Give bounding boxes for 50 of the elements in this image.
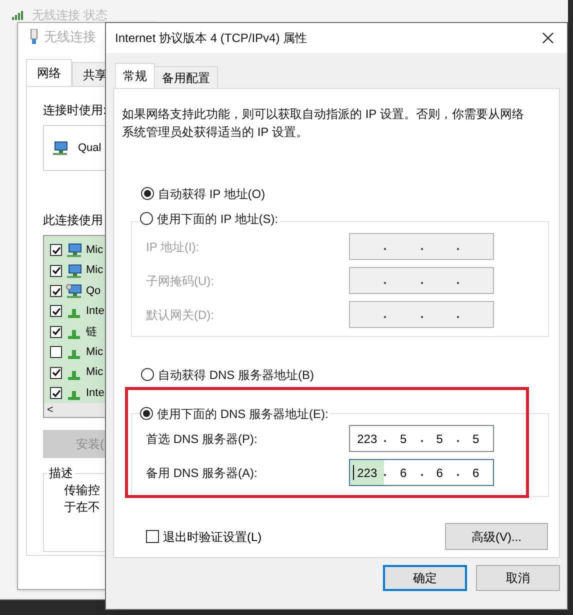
- adapter-name: Qual: [78, 140, 102, 156]
- ip-address-field[interactable]: 223 5 5 5: [349, 425, 494, 452]
- ip-address-field[interactable]: 223 6 6 6: [349, 459, 494, 486]
- description-text: 传输控: [64, 482, 101, 499]
- checkbox[interactable]: [50, 305, 62, 318]
- validate-checkbox[interactable]: 退出时验证设置(L): [146, 528, 262, 546]
- group-title: 描述: [48, 465, 74, 482]
- computer-icon: [66, 243, 82, 258]
- checkbox[interactable]: [50, 346, 62, 358]
- field-label: 默认网关(D):: [146, 306, 215, 324]
- radio-option[interactable]: 自动获得 IP 地址(O): [141, 184, 268, 202]
- checkbox[interactable]: [50, 264, 62, 277]
- checkbox[interactable]: [50, 366, 62, 379]
- checkbox[interactable]: [50, 285, 62, 298]
- component-name: 链: [86, 324, 97, 340]
- section-label: 此连接使用: [43, 212, 103, 229]
- dialog-button[interactable]: 确定: [383, 565, 467, 591]
- network-adapter-icon: [52, 141, 68, 155]
- component-name: Mic: [86, 263, 104, 278]
- component-name: Inte: [86, 386, 104, 401]
- field-label: IP 地址(I):: [146, 238, 200, 256]
- tab[interactable]: 常规: [115, 63, 155, 88]
- window-title: 无线连接 状态: [32, 7, 108, 24]
- field-label: 子网掩码(U):: [146, 272, 215, 290]
- scroll-left-button[interactable]: <: [47, 404, 54, 416]
- radio-option[interactable]: 自动获得 DNS 服务器地址(B): [141, 366, 316, 384]
- window-title: 无线连接: [44, 28, 96, 46]
- section-label: 连接时使用:: [43, 102, 106, 119]
- tab[interactable]: 网络: [26, 59, 72, 86]
- intro-text: 如果网络支持此功能，则可以获取自动指派的 IP 设置。否则，你需要从网络系统管理员处获得适当的 IP 设置。: [122, 106, 525, 141]
- component-name: Mic: [86, 345, 104, 360]
- advanced-button[interactable]: 高级(V)...: [445, 523, 548, 550]
- adapter-icon: [30, 29, 38, 45]
- component-name: Inte: [86, 304, 104, 320]
- close-icon: [542, 32, 554, 44]
- dialog-button[interactable]: 取消: [476, 565, 560, 591]
- checkbox[interactable]: [50, 326, 62, 338]
- window-title: Internet 协议版本 4 (TCP/IPv4) 属性: [115, 30, 308, 47]
- component-name: Mic: [86, 242, 104, 258]
- computer-icon: [66, 284, 82, 298]
- radio-option[interactable]: 使用下面的 DNS 服务器地址(E):: [140, 404, 330, 422]
- signal-icon: [12, 10, 26, 20]
- description-text: 于在不: [64, 499, 101, 516]
- checkbox[interactable]: [50, 387, 62, 400]
- computer-icon: [66, 264, 82, 278]
- component-name: Qo: [86, 284, 101, 299]
- component-name: Mic: [86, 365, 104, 380]
- field-label: 备用 DNS 服务器(A):: [146, 464, 258, 482]
- checkbox[interactable]: [50, 244, 62, 256]
- tab[interactable]: 备用配置: [154, 66, 218, 88]
